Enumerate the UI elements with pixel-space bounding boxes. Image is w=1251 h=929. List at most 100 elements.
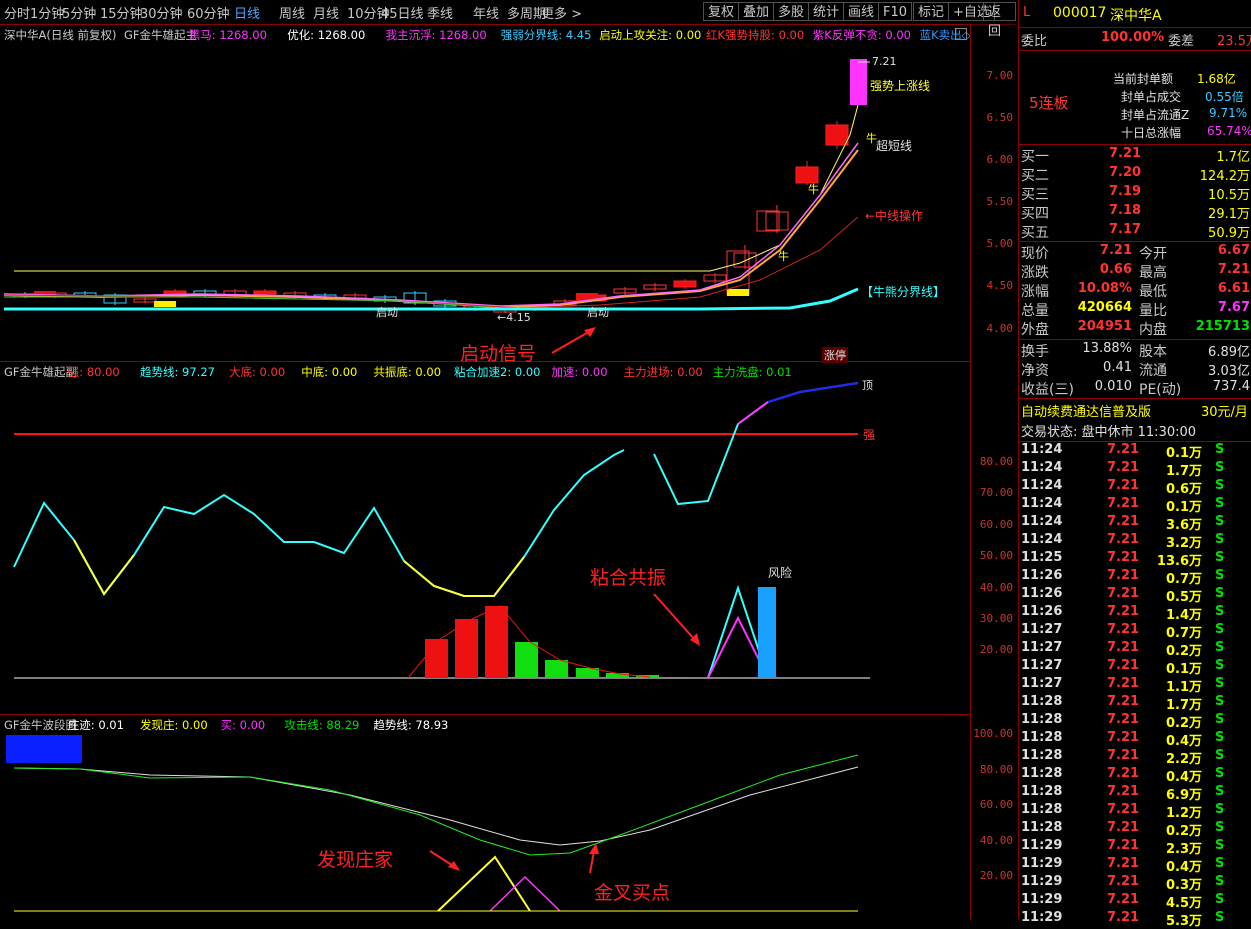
super-short-line <box>3 142 859 307</box>
sub-indicator-panel-1[interactable]: GF金牛雄起副 强: 80.00 趋势线: 97.27 大底: 0.00 中底: 0.0… <box>0 361 970 715</box>
bid-row[interactable]: 买二 7.20 124.2万 <box>1019 165 1251 184</box>
sub1-chart-svg <box>13 382 870 679</box>
seal-label: 十日总涨幅 <box>1121 126 1182 140</box>
tick-side: S <box>1215 874 1225 889</box>
bid-row[interactable]: 买三 7.19 10.5万 <box>1019 184 1251 203</box>
tick-price: 7.21 <box>1107 550 1140 565</box>
period-tab-6[interactable]: 日线 <box>234 3 260 22</box>
seal-label: 当前封单额 <box>1113 72 1174 86</box>
fund-value: 3.03亿 <box>1208 364 1250 379</box>
period-tab-7[interactable]: 周线 <box>279 3 305 22</box>
stat-value: 10.08% <box>1077 281 1132 296</box>
tick-price: 7.21 <box>1107 478 1140 493</box>
period-tab-11[interactable]: 季线 <box>427 3 453 22</box>
y-tick: 5.00 <box>986 237 1014 250</box>
main-kline-panel[interactable]: 深中华A(日线 前复权) GF金牛雄起主 黑马: 1268.00 优化: 1268.… <box>0 24 970 362</box>
tick-volume: 13.6万 <box>1156 554 1202 569</box>
tick-volume: 1.7万 <box>1165 698 1202 713</box>
fund-value: 6.89亿 <box>1208 345 1250 360</box>
top-label: 顶 <box>862 379 873 392</box>
wash-bar <box>666 677 689 678</box>
stat-row: 涨跌 0.66 最高 7.21 <box>1019 262 1251 281</box>
tick-side: S <box>1215 820 1225 835</box>
toolbar-button-1[interactable]: 叠加 <box>738 2 775 21</box>
seal-value: 9.71% <box>1209 106 1248 120</box>
super-short-label: 超短线 <box>876 139 913 153</box>
seal-value: 0.55倍 <box>1205 90 1244 104</box>
tick-price: 7.21 <box>1107 460 1140 475</box>
tick-side: S <box>1215 442 1225 457</box>
bid-row[interactable]: 买四 7.18 29.1万 <box>1019 203 1251 222</box>
y-tick: 4.00 <box>986 322 1014 335</box>
tick-volume: 2.2万 <box>1165 752 1202 767</box>
tick-volume: 0.5万 <box>1165 590 1202 605</box>
ad-text[interactable]: 自动续费通达信普及版 <box>1021 401 1151 420</box>
y-tick: 40.00 <box>979 581 1013 594</box>
tick-row: 11:24 7.21 0.1万 S <box>1019 442 1251 461</box>
ad-price[interactable]: 30元/月 <box>1201 401 1248 420</box>
bid-volume: 124.2万 <box>1199 169 1250 184</box>
stat-label: 内盘 <box>1139 322 1167 338</box>
stat-row: 外盘 204951 内盘 215713 <box>1019 319 1251 338</box>
tick-price: 7.21 <box>1107 658 1140 673</box>
quote-panel: L 000017 深中华A 委比 100.00% 委差 23.5万 5连板 当前… <box>1018 0 1251 929</box>
tick-price: 7.21 <box>1107 910 1140 925</box>
tick-volume: 0.2万 <box>1165 644 1202 659</box>
period-tab-12[interactable]: 年线 <box>473 3 499 22</box>
seal-row: 封单占流通Z 9.71% <box>1099 106 1249 124</box>
period-tab-2[interactable]: 5分钟 <box>62 3 96 22</box>
tick-row: 11:24 7.21 0.6万 S <box>1019 478 1251 497</box>
tick-time: 11:28 <box>1021 748 1063 763</box>
tick-time: 11:24 <box>1021 532 1063 547</box>
limit-up-candle <box>850 59 867 105</box>
tick-volume: 0.1万 <box>1165 500 1202 515</box>
tick-time: 11:24 <box>1021 514 1063 529</box>
risk-bar <box>758 587 776 678</box>
seal-label: 封单占成交 <box>1121 90 1182 104</box>
dealer-trace-block <box>6 735 82 763</box>
period-tab-5[interactable]: 60分钟 <box>187 3 230 22</box>
tick-price: 7.21 <box>1107 820 1140 835</box>
period-tab-0[interactable]: 分时 <box>4 3 30 22</box>
bull-label-3: 牛 <box>778 250 789 263</box>
toolbar-button-4[interactable]: 画线 <box>843 2 880 21</box>
signal-arrow-head <box>584 327 596 337</box>
y-tick: 60.00 <box>979 798 1013 811</box>
sub-indicator-panel-2[interactable]: GF金牛波段图 庄迹: 0.01 发现庄: 0.00 买: 0.00 攻击线: 88.2… <box>0 714 970 921</box>
tick-volume: 0.4万 <box>1165 860 1202 875</box>
toolbar-button-8[interactable]: 返回 <box>983 2 1016 39</box>
bid-volume: 50.9万 <box>1208 226 1250 241</box>
y-tick: 4.50 <box>986 279 1014 292</box>
trend-line <box>13 449 625 597</box>
toolbar-button-6[interactable]: 标记 <box>913 2 950 21</box>
period-tab-4[interactable]: 30分钟 <box>140 3 183 22</box>
y-tick: 50.00 <box>979 549 1013 562</box>
period-tab-10[interactable]: 45日线 <box>381 3 424 22</box>
tick-price: 7.21 <box>1107 676 1140 691</box>
tick-volume: 2.3万 <box>1165 842 1202 857</box>
y-tick: 5.50 <box>986 195 1014 208</box>
tick-row: 11:27 7.21 1.1万 S <box>1019 676 1251 695</box>
period-tab-8[interactable]: 月线 <box>313 3 339 22</box>
period-tab-3[interactable]: 15分钟 <box>100 3 143 22</box>
bid-row[interactable]: 买五 7.17 50.9万 <box>1019 222 1251 241</box>
strong-line-80-label: 强 <box>863 428 876 442</box>
stat-value: 204951 <box>1077 319 1132 334</box>
main-chart-svg <box>3 59 870 354</box>
stat-value: 0.66 <box>1099 262 1132 277</box>
tick-time: 11:27 <box>1021 658 1063 673</box>
bid-row[interactable]: 买一 7.21 1.7亿 <box>1019 146 1251 165</box>
tick-time: 11:26 <box>1021 586 1063 601</box>
trend-line-white <box>13 766 859 846</box>
tick-time: 11:24 <box>1021 496 1063 511</box>
period-tab-14[interactable]: 更多 > <box>541 3 582 22</box>
fund-label: 流通 <box>1139 363 1167 379</box>
toolbar-button-5[interactable]: F10 <box>878 2 913 21</box>
toolbar-button-2[interactable]: 多股 <box>773 2 810 21</box>
toolbar-button-3[interactable]: 统计 <box>808 2 845 21</box>
tick-volume: 1.7万 <box>1165 464 1202 479</box>
tick-volume: 0.7万 <box>1165 572 1202 587</box>
toolbar-button-0[interactable]: 复权 <box>703 2 740 21</box>
trend-blue-seg <box>767 382 859 403</box>
period-tab-1[interactable]: 1分钟 <box>30 3 64 22</box>
